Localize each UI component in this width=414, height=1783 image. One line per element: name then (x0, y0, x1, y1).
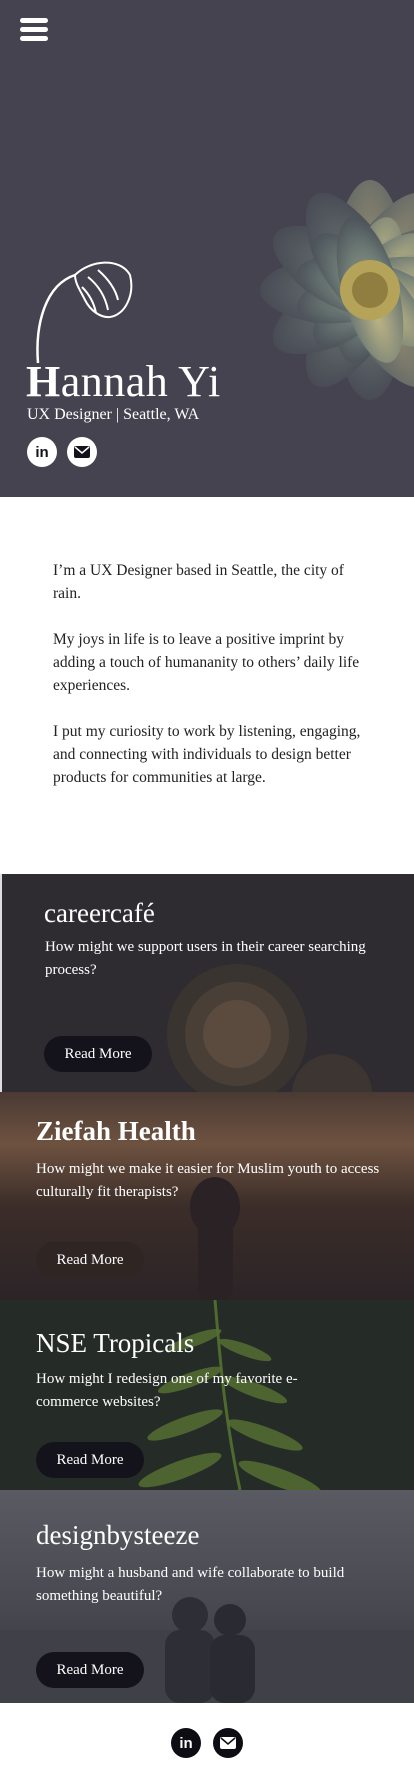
project-card-careercafe: careercafé How might we support users in… (0, 874, 414, 1092)
about-paragraph: I put my curiosity to work by listening,… (53, 723, 361, 786)
hamburger-menu-icon[interactable] (20, 18, 48, 46)
hero-name: Hannah Yi (26, 357, 221, 406)
mail-icon[interactable] (67, 437, 97, 467)
hero-section: Hannah Yi UX Designer | Seattle, WA in (0, 0, 414, 497)
project-card-designbysteeze: designbysteeze How might a husband and w… (0, 1490, 414, 1703)
project-title: designbysteeze (36, 1520, 200, 1550)
project-question: How might a husband and wife collaborate… (36, 1565, 345, 1604)
hero-social-links: in (27, 437, 97, 467)
project-card-ziefah-health: Ziefah Health How might we make it easie… (0, 1092, 414, 1300)
footer-social-links: in (0, 1703, 414, 1783)
project-question: How might we support users in their care… (45, 939, 366, 978)
project-card-nse-tropicals: NSE Tropicals How might I redesign one o… (0, 1300, 414, 1490)
about-paragraph: My joys in life is to leave a positive i… (53, 631, 360, 694)
project-question: How might we make it easier for Muslim y… (36, 1161, 380, 1200)
mail-icon[interactable] (213, 1728, 243, 1758)
about-paragraph: I’m a UX Designer based in Seattle, the … (53, 562, 344, 602)
linkedin-icon[interactable]: in (171, 1728, 201, 1758)
about-section: I’m a UX Designer based in Seattle, the … (0, 497, 414, 874)
project-question: How might I redesign one of my favorite … (36, 1371, 298, 1410)
project-title: careercafé (44, 898, 155, 928)
linkedin-icon[interactable]: in (27, 437, 57, 467)
project-title: NSE Tropicals (36, 1328, 195, 1358)
read-more-button[interactable]: Read More (44, 1036, 152, 1072)
read-more-button[interactable]: Read More (36, 1242, 144, 1278)
hero-subtitle: UX Designer | Seattle, WA (27, 406, 200, 423)
read-more-button[interactable]: Read More (36, 1442, 144, 1478)
dahlia-flower-image (260, 180, 414, 400)
read-more-button[interactable]: Read More (36, 1652, 144, 1688)
monstera-leaf-logo (36, 261, 133, 364)
project-title: Ziefah Health (36, 1116, 196, 1146)
